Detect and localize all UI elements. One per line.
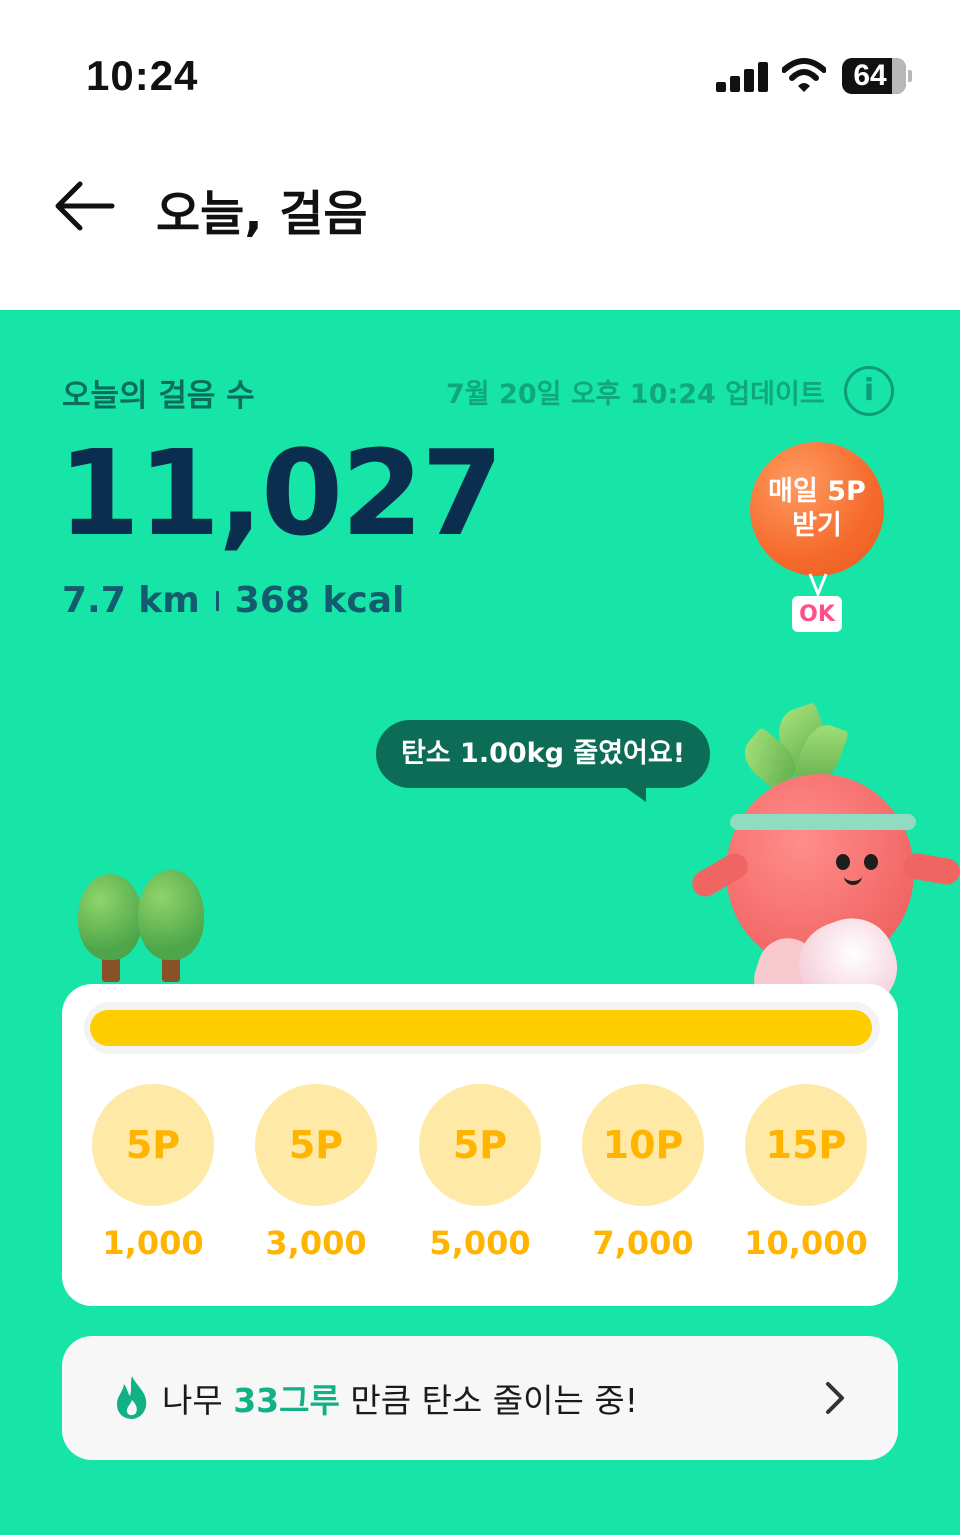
milestone-points: 15P (745, 1084, 867, 1206)
carbon-text: 나무 33그루 만큼 탄소 줄이는 중! (162, 1374, 638, 1422)
flame-icon (117, 1376, 147, 1419)
milestone-1[interactable]: 5P 1,000 (71, 1084, 235, 1262)
status-bar: 10:24 64 (0, 0, 960, 150)
speech-bubble: 탄소 1.00kg 줄였어요! (376, 720, 710, 788)
app-header: 오늘, 걸음 (0, 150, 960, 310)
wifi-icon (782, 58, 826, 92)
update-timestamp: 7월 20일 오후 10:24 업데이트 (446, 379, 825, 410)
daily-reward-balloon[interactable]: 매일 5P 받기 (750, 442, 884, 576)
battery-level: 64 (853, 59, 887, 92)
page-title: 오늘, 걸음 (156, 186, 368, 242)
carbon-prefix: 나무 (162, 1381, 234, 1420)
speech-bubble-tail (618, 782, 646, 802)
main-panel: 오늘의 걸음 수 7월 20일 오후 10:24 업데이트 i 11,027 7… (0, 310, 960, 1535)
stats-divider (215, 590, 219, 611)
milestone-4[interactable]: 10P 7,000 (561, 1084, 725, 1262)
milestone-points: 5P (92, 1084, 214, 1206)
ok-badge: OK (792, 596, 842, 632)
milestone-points: 10P (582, 1084, 704, 1206)
milestone-steps: 10,000 (744, 1224, 868, 1262)
milestone-points: 5P (419, 1084, 541, 1206)
daily-reward-label-line2: 받기 (792, 510, 842, 541)
battery-icon: 64 (842, 58, 906, 94)
milestone-2[interactable]: 5P 3,000 (234, 1084, 398, 1262)
tree-illustration (78, 870, 208, 982)
signal-icon (716, 60, 768, 92)
distance: 7.7 km (62, 580, 200, 621)
balloon-string (808, 573, 828, 598)
milestones: 5P 1,000 5P 3,000 5P 5,000 10P 7,000 15P… (62, 1084, 898, 1274)
milestone-5[interactable]: 15P 10,000 (724, 1084, 888, 1262)
stats-row: 7.7 km 368 kcal (62, 580, 404, 621)
milestone-points: 5P (255, 1084, 377, 1206)
battery-tip (908, 70, 912, 82)
step-count: 11,027 (58, 424, 503, 562)
info-icon[interactable]: i (844, 366, 894, 416)
status-time: 10:24 (86, 52, 199, 99)
steps-label: 오늘의 걸음 수 (62, 378, 255, 414)
chevron-right-icon[interactable] (820, 1380, 850, 1416)
progress-fill (90, 1010, 872, 1046)
mascot-character (687, 701, 960, 1026)
milestone-3[interactable]: 5P 5,000 (398, 1084, 562, 1262)
milestone-steps: 7,000 (592, 1224, 694, 1262)
milestone-steps: 3,000 (265, 1224, 367, 1262)
back-arrow-icon[interactable] (52, 180, 116, 232)
calories: 368 kcal (234, 580, 405, 621)
milestone-steps: 1,000 (102, 1224, 204, 1262)
tree-count: 33그루 (233, 1381, 340, 1420)
carbon-suffix: 만큼 탄소 줄이는 중! (339, 1381, 638, 1420)
daily-reward-label-line1: 매일 5P (768, 476, 866, 507)
carbon-reduction-card[interactable]: 나무 33그루 만큼 탄소 줄이는 중! (62, 1336, 898, 1460)
milestone-steps: 5,000 (429, 1224, 531, 1262)
progress-card: 5P 1,000 5P 3,000 5P 5,000 10P 7,000 15P… (62, 984, 898, 1306)
